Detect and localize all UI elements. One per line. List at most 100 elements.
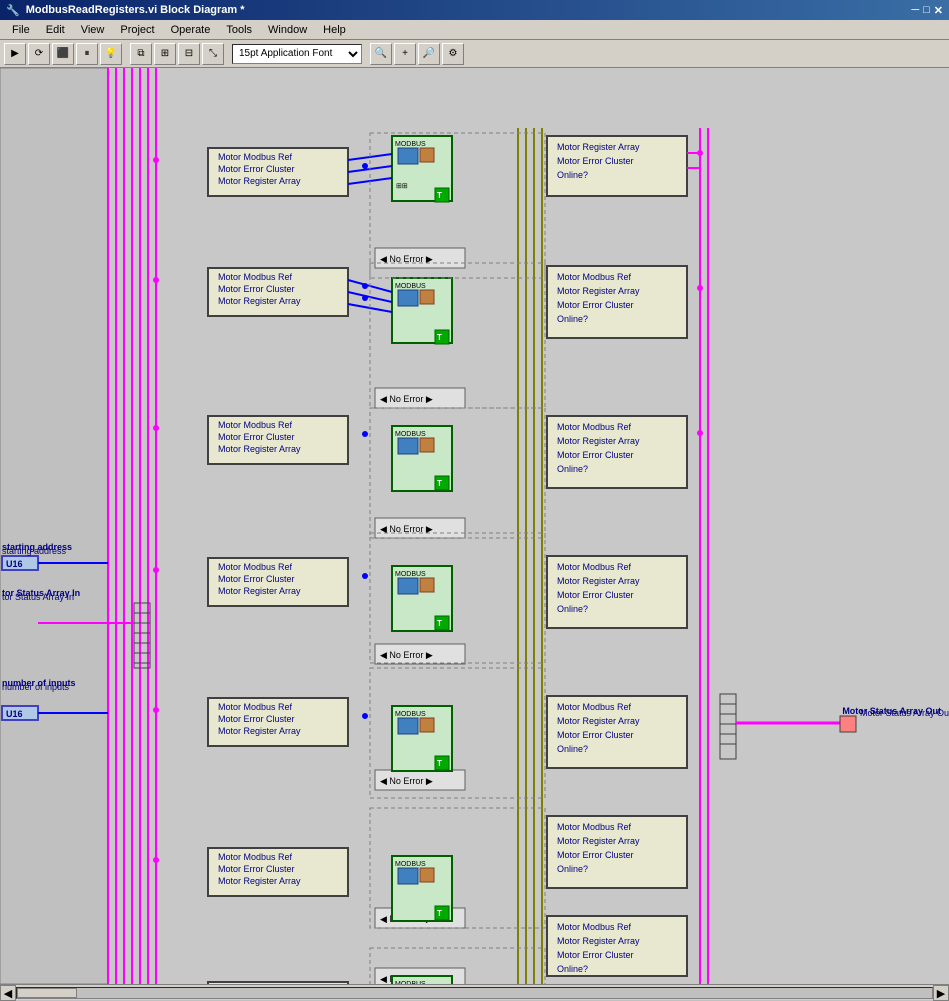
- svg-text:Online?: Online?: [557, 864, 588, 874]
- menu-window[interactable]: Window: [260, 22, 315, 38]
- svg-text:Motor Error Cluster: Motor Error Cluster: [218, 432, 295, 442]
- svg-text:◀ No Error ▶: ◀ No Error ▶: [380, 650, 433, 660]
- light-btn[interactable]: 💡: [100, 43, 122, 65]
- svg-text:MODBUS: MODBUS: [395, 861, 426, 868]
- svg-text:Motor Register Array: Motor Register Array: [218, 726, 301, 736]
- svg-text:Motor Modbus Ref: Motor Modbus Ref: [557, 922, 632, 932]
- close-btn[interactable]: ✕: [934, 4, 943, 17]
- svg-text:Online?: Online?: [557, 314, 588, 324]
- svg-text:Motor Modbus Ref: Motor Modbus Ref: [557, 422, 632, 432]
- svg-text:Motor Register Array: Motor Register Array: [557, 716, 640, 726]
- starting-address-label: starting address: [2, 542, 72, 552]
- svg-text:T: T: [437, 191, 442, 200]
- search-btn[interactable]: 🔎: [418, 43, 440, 65]
- menu-file[interactable]: File: [4, 22, 38, 38]
- svg-text:Motor Error Cluster: Motor Error Cluster: [218, 714, 295, 724]
- svg-text:Motor Error Cluster: Motor Error Cluster: [218, 164, 295, 174]
- svg-text:MODBUS: MODBUS: [395, 141, 426, 148]
- svg-text:Motor Error Cluster: Motor Error Cluster: [218, 574, 295, 584]
- maximize-btn[interactable]: □: [923, 4, 930, 17]
- svg-text:Online?: Online?: [557, 170, 588, 180]
- app-icon: 🔧: [6, 4, 20, 17]
- scroll-track-h: [16, 987, 933, 999]
- scroll-left-btn[interactable]: ◀: [0, 985, 16, 1001]
- menu-operate[interactable]: Operate: [163, 22, 219, 38]
- svg-text:Motor Register Array: Motor Register Array: [218, 876, 301, 886]
- toolbar: ▶ ⟳ ⬛ ⏸ 💡 ⧉ ⊞ ⊟ ⤡ 15pt Application Font …: [0, 40, 949, 68]
- svg-text:Motor Register Array: Motor Register Array: [557, 836, 640, 846]
- zoom-in-btn[interactable]: +: [394, 43, 416, 65]
- svg-text:Motor Modbus Ref: Motor Modbus Ref: [218, 272, 293, 282]
- svg-text:T: T: [437, 619, 442, 628]
- svg-text:Motor Register Array: Motor Register Array: [218, 176, 301, 186]
- motor-status-in-label: tor Status Array In: [2, 588, 80, 598]
- motor-status-out-label: Motor Status Array Out: [842, 706, 941, 716]
- svg-text:Motor Error Cluster: Motor Error Cluster: [557, 850, 634, 860]
- menu-edit[interactable]: Edit: [38, 22, 73, 38]
- svg-text:MODBUS: MODBUS: [395, 283, 426, 290]
- h-scrollbar: ◀ ▶: [0, 984, 949, 1000]
- svg-text:T: T: [437, 759, 442, 768]
- svg-text:Motor Error Cluster: Motor Error Cluster: [557, 156, 634, 166]
- svg-text:Online?: Online?: [557, 464, 588, 474]
- svg-text:U16: U16: [6, 709, 23, 719]
- distribute-btn[interactable]: ⊟: [178, 43, 200, 65]
- svg-text:◀ No Error ▶: ◀ No Error ▶: [380, 394, 433, 404]
- menu-view[interactable]: View: [73, 22, 113, 38]
- svg-text:MODBUS: MODBUS: [395, 711, 426, 718]
- svg-text:Online?: Online?: [557, 964, 588, 974]
- svg-text:Motor Modbus Ref: Motor Modbus Ref: [557, 272, 632, 282]
- svg-text:MODBUS: MODBUS: [395, 571, 426, 578]
- svg-text:T: T: [437, 333, 442, 342]
- scroll-thumb-h[interactable]: [17, 988, 77, 998]
- abort-btn[interactable]: ⬛: [52, 43, 74, 65]
- svg-text:Motor Register Array: Motor Register Array: [218, 586, 301, 596]
- svg-text:Motor Error Cluster: Motor Error Cluster: [557, 590, 634, 600]
- run-btn[interactable]: ▶: [4, 43, 26, 65]
- svg-text:Motor Error Cluster: Motor Error Cluster: [557, 950, 634, 960]
- svg-text:MODBUS: MODBUS: [395, 431, 426, 438]
- svg-text:Motor Register Array: Motor Register Array: [557, 576, 640, 586]
- svg-text:◀ No Error ▶: ◀ No Error ▶: [380, 776, 433, 786]
- canvas-area: ◀ No Error ▶ Motor Modbus Ref Motor Erro…: [0, 68, 949, 984]
- svg-text:Motor Register Array: Motor Register Array: [218, 444, 301, 454]
- svg-text:Motor Register Array: Motor Register Array: [557, 936, 640, 946]
- title-bar: 🔧 ModbusReadRegisters.vi Block Diagram *…: [0, 0, 949, 20]
- svg-text:Motor Modbus Ref: Motor Modbus Ref: [218, 420, 293, 430]
- window-title: ModbusReadRegisters.vi Block Diagram *: [26, 4, 245, 16]
- align-btn[interactable]: ⊞: [154, 43, 176, 65]
- menu-project[interactable]: Project: [112, 22, 162, 38]
- reorder-btn[interactable]: ⧉: [130, 43, 152, 65]
- pause-btn[interactable]: ⏸: [76, 43, 98, 65]
- svg-text:T: T: [437, 909, 442, 918]
- svg-text:Motor Error Cluster: Motor Error Cluster: [557, 450, 634, 460]
- resize-btn[interactable]: ⤡: [202, 43, 224, 65]
- svg-text:Online?: Online?: [557, 744, 588, 754]
- svg-text:Motor Modbus Ref: Motor Modbus Ref: [557, 702, 632, 712]
- extra-btn[interactable]: ⚙: [442, 43, 464, 65]
- font-selector[interactable]: 15pt Application Font: [232, 44, 362, 64]
- number-of-inputs-label: number of inputs: [2, 678, 76, 688]
- menu-bar: File Edit View Project Operate Tools Win…: [0, 20, 949, 40]
- menu-help[interactable]: Help: [315, 22, 354, 38]
- svg-text:Motor Error Cluster: Motor Error Cluster: [218, 864, 295, 874]
- svg-text:Motor Register Array: Motor Register Array: [557, 142, 640, 152]
- svg-text:Motor Error Cluster: Motor Error Cluster: [557, 300, 634, 310]
- svg-text:U16: U16: [6, 559, 23, 569]
- svg-text:Online?: Online?: [557, 604, 588, 614]
- svg-text:⊞⊞: ⊞⊞: [396, 183, 408, 190]
- minimize-btn[interactable]: ─: [911, 4, 919, 17]
- svg-text:Motor Modbus Ref: Motor Modbus Ref: [218, 852, 293, 862]
- zoom-btn[interactable]: 🔍: [370, 43, 392, 65]
- diagram-svg: ◀ No Error ▶ Motor Modbus Ref Motor Erro…: [0, 68, 949, 984]
- svg-text:T: T: [437, 479, 442, 488]
- svg-text:Motor Modbus Ref: Motor Modbus Ref: [557, 562, 632, 572]
- run-cont-btn[interactable]: ⟳: [28, 43, 50, 65]
- menu-tools[interactable]: Tools: [218, 22, 260, 38]
- svg-text:Motor Error Cluster: Motor Error Cluster: [218, 284, 295, 294]
- svg-text:Motor Register Array: Motor Register Array: [218, 296, 301, 306]
- svg-text:Motor Modbus Ref: Motor Modbus Ref: [218, 152, 293, 162]
- svg-text:Motor Modbus Ref: Motor Modbus Ref: [557, 822, 632, 832]
- scroll-right-btn[interactable]: ▶: [933, 985, 949, 1001]
- svg-text:Motor Error Cluster: Motor Error Cluster: [557, 730, 634, 740]
